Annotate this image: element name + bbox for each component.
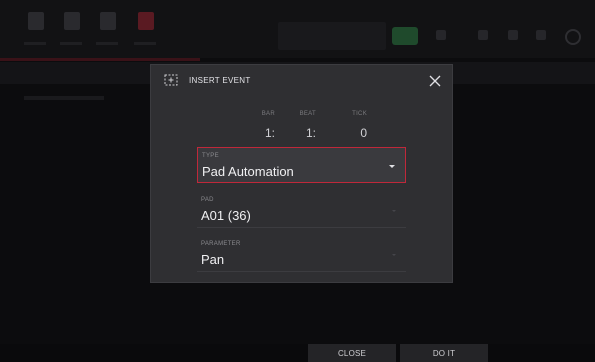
chevron-down-icon bbox=[392, 210, 396, 212]
beat-value[interactable]: 1: bbox=[286, 126, 316, 140]
parameter-label: PARAMETER bbox=[201, 241, 241, 247]
toolbar-button bbox=[64, 12, 80, 30]
pad-label: PAD bbox=[201, 197, 214, 203]
parameter-select[interactable]: PARAMETER Pan bbox=[197, 236, 406, 272]
toolbar-icon bbox=[536, 30, 546, 40]
active-tab-indicator bbox=[0, 58, 200, 61]
chevron-down-icon bbox=[392, 254, 396, 256]
tick-label: TICK bbox=[352, 111, 367, 117]
toolbar-icon bbox=[508, 30, 518, 40]
toolbar-caption bbox=[60, 42, 82, 45]
pad-select[interactable]: PAD A01 (36) bbox=[197, 192, 406, 228]
toolbar-caption bbox=[134, 42, 156, 45]
list-item bbox=[24, 96, 104, 100]
toolbar-caption bbox=[24, 42, 46, 45]
bottom-bar bbox=[0, 344, 595, 362]
toolbar-icon bbox=[436, 30, 446, 40]
play-icon bbox=[28, 12, 44, 30]
toolbar-caption bbox=[96, 42, 118, 45]
insert-event-dialog: INSERT EVENT BAR BEAT TICK 1: 1: 0 TYPE … bbox=[150, 64, 453, 283]
beat-label: BEAT bbox=[299, 111, 316, 117]
type-label: TYPE bbox=[202, 153, 219, 159]
mode-indicator bbox=[392, 27, 418, 45]
record-icon bbox=[138, 12, 154, 30]
do-it-button[interactable]: DO IT bbox=[400, 344, 488, 362]
tick-value[interactable]: 0 bbox=[337, 126, 367, 140]
search-icon bbox=[100, 12, 116, 30]
toolbar-icon bbox=[478, 30, 488, 40]
close-button[interactable]: CLOSE bbox=[308, 344, 396, 362]
bar-value[interactable]: 1: bbox=[245, 126, 275, 140]
transport-display bbox=[278, 22, 386, 50]
type-value: Pad Automation bbox=[202, 164, 294, 179]
top-toolbar bbox=[0, 0, 595, 58]
dialog-title: INSERT EVENT bbox=[189, 76, 251, 85]
power-icon bbox=[565, 29, 581, 45]
insert-event-icon bbox=[164, 74, 178, 86]
parameter-value: Pan bbox=[201, 252, 225, 267]
dialog-header: INSERT EVENT bbox=[151, 65, 452, 97]
chevron-down-icon bbox=[389, 165, 395, 168]
close-icon[interactable] bbox=[427, 73, 443, 89]
bar-label: BAR bbox=[261, 111, 275, 117]
pad-value: A01 (36) bbox=[201, 208, 251, 223]
type-select[interactable]: TYPE Pad Automation bbox=[197, 147, 406, 183]
